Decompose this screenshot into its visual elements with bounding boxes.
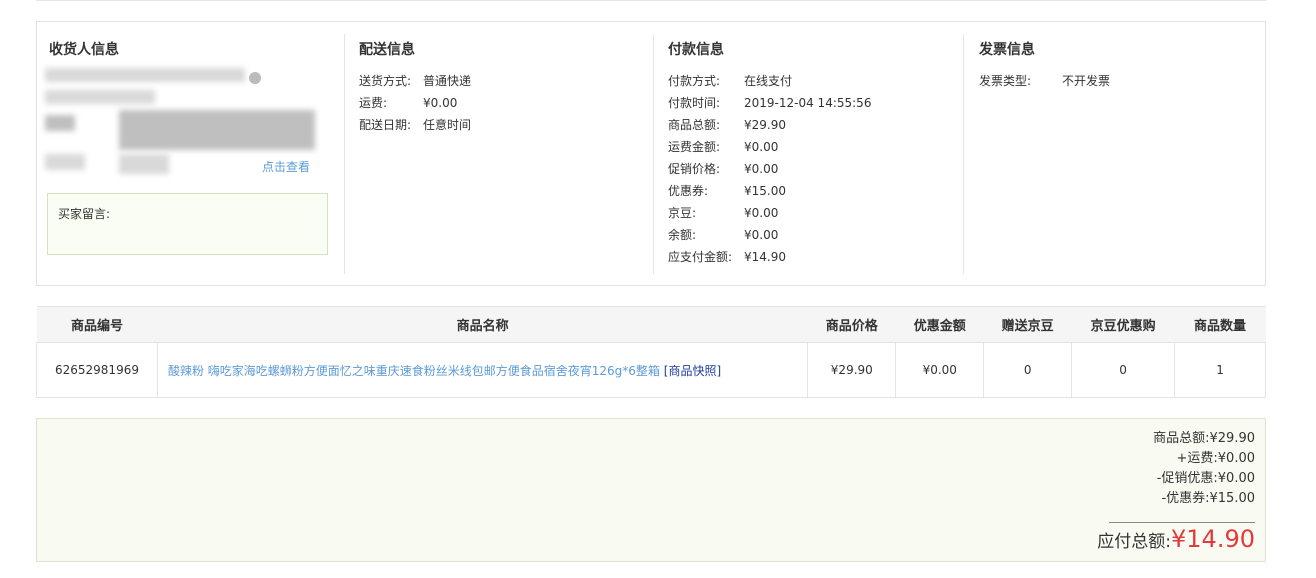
receiver-title: 收货人信息 xyxy=(49,42,119,58)
delivery-section: 配送信息 送货方式: 普通快递 运费: ¥0.00 配送日期: 任意时间 xyxy=(347,22,652,285)
column-divider xyxy=(653,34,654,274)
delivery-row: 配送日期: 任意时间 xyxy=(359,118,472,132)
product-table: 商品编号 商品名称 商品价格 优惠金额 赠送京豆 京豆优惠购 商品数量 6265… xyxy=(36,306,1266,398)
payable-total-label: 应付总额: xyxy=(1097,532,1172,552)
receiver-section: 收货人信息 点击查看 买家留言: xyxy=(37,22,344,285)
payment-row: 商品总额: ¥29.90 xyxy=(668,118,786,132)
summary-shipping: +运费:¥0.00 xyxy=(1176,451,1256,466)
col-header-price: 商品价格 xyxy=(807,306,896,343)
product-qty: 1 xyxy=(1174,342,1266,398)
product-name-link[interactable]: 酸辣粉 嗨吃家海吃螺蛳粉方便面忆之味重庆速食粉丝米线包邮方便食品宿舍夜宵126g… xyxy=(168,364,660,378)
product-bean-buy: 0 xyxy=(1071,342,1176,398)
payment-row: 京豆: ¥0.00 xyxy=(668,206,779,220)
payment-row: 促销价格: ¥0.00 xyxy=(668,162,779,176)
payment-row: 应支付金额: ¥14.90 xyxy=(668,250,786,264)
payment-row: 运费金额: ¥0.00 xyxy=(668,140,779,154)
delivery-row: 运费: ¥0.00 xyxy=(359,96,458,110)
delivery-title: 配送信息 xyxy=(359,42,415,58)
payable-total-amount: ¥14.90 xyxy=(1171,525,1255,553)
top-divider xyxy=(36,0,1266,1)
payment-title: 付款信息 xyxy=(668,42,724,58)
product-name-cell: 酸辣粉 嗨吃家海吃螺蛳粉方便面忆之味重庆速食粉丝米线包邮方便食品宿舍夜宵126g… xyxy=(156,342,809,398)
column-divider xyxy=(344,34,345,274)
summary-promotion: -促销优惠:¥0.00 xyxy=(1156,471,1255,486)
payment-row: 付款方式: 在线支付 xyxy=(668,74,793,88)
product-price: ¥29.90 xyxy=(807,342,897,398)
table-row: 62652981969 酸辣粉 嗨吃家海吃螺蛳粉方便面忆之味重庆速食粉丝米线包邮… xyxy=(36,342,1266,398)
payment-row: 优惠券: ¥15.00 xyxy=(668,184,786,198)
order-info-panel: 收货人信息 点击查看 买家留言: 配送信息 送货方式: 普通快递 运费: ¥0.00… xyxy=(36,21,1266,286)
product-discount: ¥0.00 xyxy=(895,342,985,398)
table-header-row: 商品编号 商品名称 商品价格 优惠金额 赠送京豆 京豆优惠购 商品数量 xyxy=(36,306,1266,343)
location-icon xyxy=(249,72,261,84)
payable-total: 应付总额:¥14.90 xyxy=(1097,525,1255,553)
buyer-message-label: 买家留言: xyxy=(58,207,111,221)
invoice-title: 发票信息 xyxy=(979,42,1035,58)
product-beans: 0 xyxy=(983,342,1073,398)
col-header-bean-buy: 京豆优惠购 xyxy=(1071,306,1175,343)
order-summary: 商品总额:¥29.90 +运费:¥0.00 -促销优惠:¥0.00 -优惠券:¥… xyxy=(36,418,1266,562)
product-snapshot-link[interactable]: [商品快照] xyxy=(664,364,721,378)
buyer-message-box: 买家留言: xyxy=(47,193,328,255)
summary-divider xyxy=(1109,522,1255,523)
col-header-qty: 商品数量 xyxy=(1174,306,1266,343)
invoice-section: 发票信息 发票类型: 不开发票 xyxy=(967,22,1265,285)
payment-row: 付款时间: 2019-12-04 14:55:56 xyxy=(668,96,872,110)
payment-row: 余额: ¥0.00 xyxy=(668,228,779,242)
payment-section: 付款信息 付款方式: 在线支付 付款时间: 2019-12-04 14:55:56 … xyxy=(656,22,961,285)
col-header-id: 商品编号 xyxy=(36,306,158,343)
view-receiver-link[interactable]: 点击查看 xyxy=(262,158,310,175)
summary-coupon: -优惠券:¥15.00 xyxy=(1161,491,1255,506)
summary-goods-total: 商品总额:¥29.90 xyxy=(1153,431,1255,446)
col-header-beans: 赠送京豆 xyxy=(983,306,1072,343)
invoice-row: 发票类型: 不开发票 xyxy=(979,74,1111,88)
delivery-row: 送货方式: 普通快递 xyxy=(359,74,472,88)
col-header-name: 商品名称 xyxy=(157,306,808,343)
column-divider xyxy=(963,34,964,274)
col-header-discount: 优惠金额 xyxy=(895,306,984,343)
product-id: 62652981969 xyxy=(36,342,158,398)
